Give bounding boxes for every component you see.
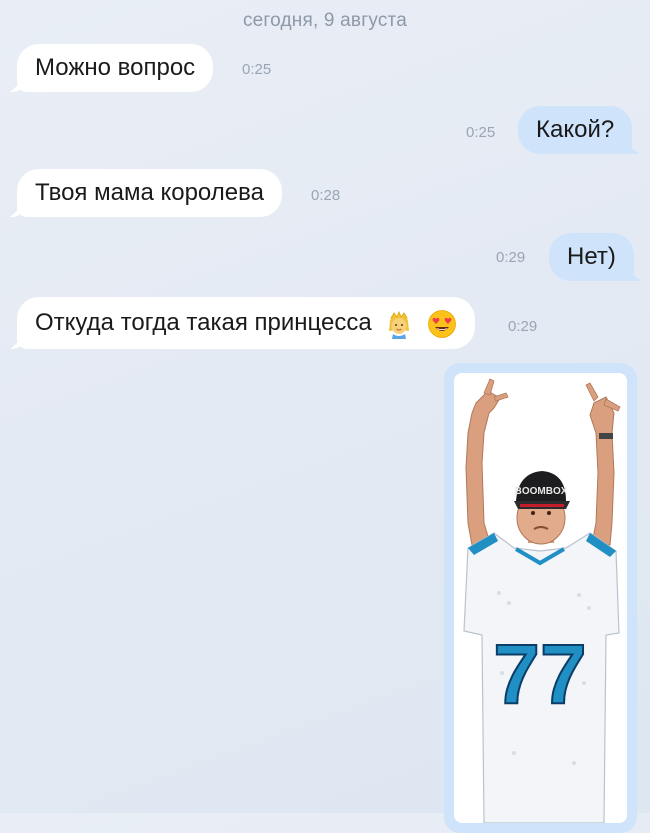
jersey-number: 77 [493,627,586,721]
message-text: Откуда тогда такая принцесса [35,309,372,336]
princess-emoji-icon [384,306,414,339]
message-text: Твоя мама королева [35,179,264,206]
message-time: 0:29 [496,249,526,266]
message-time: 0:28 [311,187,341,204]
message-bubble-incoming[interactable]: Можно вопрос [17,44,214,92]
message-bubble-outgoing[interactable]: Какой? [518,106,633,154]
heart-eyes-emoji-icon [427,306,457,338]
message-bubble-incoming[interactable]: Откуда тогда такая принцесса [17,297,476,349]
message-text: Нет) [567,243,616,270]
message-bubble-incoming[interactable]: Твоя мама королева [17,169,282,217]
cap-logo-text: BOOMBOX [515,486,568,497]
photo-message-outgoing[interactable]: 77 BOOMBOX [444,363,637,833]
sticker-photo[interactable]: 77 BOOMBOX [454,373,627,823]
message-bubble-outgoing[interactable]: Нет) [549,233,634,281]
date-separator: сегодня, 9 августа [242,10,408,31]
message-text: Можно вопрос [35,54,196,81]
man-in-jersey-illustration: 77 BOOMBOX [463,378,621,823]
message-text: Какой? [536,116,615,143]
message-time: 0:29 [508,318,538,335]
message-time: 0:25 [466,124,496,141]
message-time: 0:25 [242,61,272,78]
chat-view: сегодня, 9 августа Можно вопрос 0:25 Как… [0,0,650,833]
